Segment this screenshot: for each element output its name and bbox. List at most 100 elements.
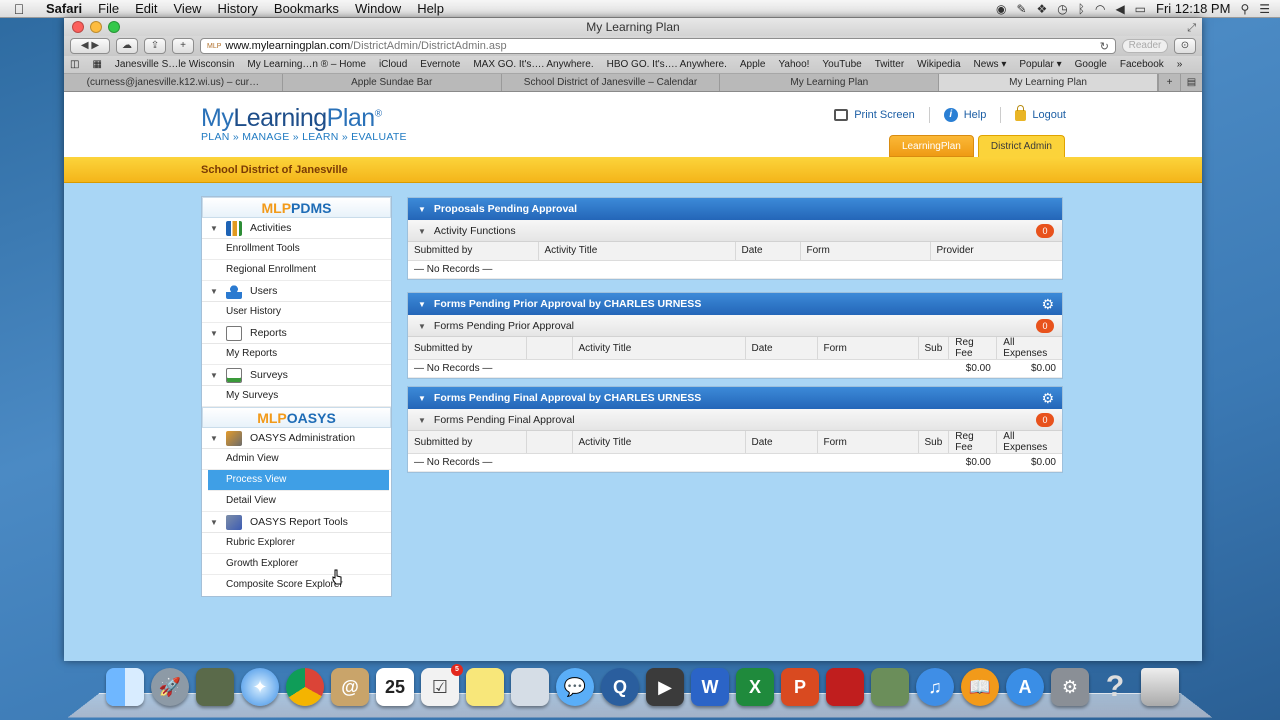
column-header[interactable]: Activity Title — [572, 337, 746, 360]
column-header[interactable]: Provider — [930, 242, 1062, 261]
sidebar-section-oasys-report-tools[interactable]: ▼ OASYS Report Tools — [202, 512, 391, 533]
gear-icon[interactable]: ⚙ — [1041, 390, 1054, 406]
collapse-triangle-icon[interactable]: ▼ — [418, 205, 426, 214]
trash-icon[interactable] — [1141, 668, 1179, 706]
ibooks-icon[interactable]: 📖 — [961, 668, 999, 706]
bookmark-8[interactable]: Yahoo! — [778, 59, 809, 70]
column-header[interactable]: Activity Title — [572, 431, 746, 454]
bookmark-9[interactable]: YouTube — [822, 59, 861, 70]
collapse-triangle-icon[interactable]: ▼ — [418, 300, 426, 309]
print-screen-link[interactable]: Print Screen — [834, 109, 915, 121]
collapse-triangle-icon[interactable]: ▼ — [418, 416, 426, 425]
minimize-window-button[interactable] — [90, 21, 102, 33]
tab-4[interactable]: My Learning Plan — [720, 74, 940, 91]
notification-center-icon[interactable]: ☰ — [1259, 2, 1270, 16]
panel-subheader[interactable]: ▼ Activity Functions 0 — [408, 220, 1062, 242]
safari-icon[interactable]: ✦ — [241, 668, 279, 706]
bookmark-12[interactable]: News ▾ — [974, 59, 1007, 70]
sidebar-section-users[interactable]: ▼ Users — [202, 281, 391, 302]
collapse-triangle-icon[interactable]: ▼ — [418, 227, 426, 236]
facetime-icon[interactable]: ▶ — [646, 668, 684, 706]
sidebar-item-user-history[interactable]: User History — [202, 302, 391, 323]
column-header[interactable]: Date — [745, 337, 818, 360]
back-forward-button[interactable]: ◀ ▶ — [70, 38, 110, 54]
top-sites-icon[interactable]: ▦ — [92, 59, 101, 70]
tab-5[interactable]: My Learning Plan — [939, 74, 1158, 91]
volume-icon[interactable]: ◀ — [1115, 2, 1124, 16]
spotlight-icon[interactable]: ⚲ — [1240, 2, 1249, 16]
reading-list-icon[interactable]: ◫ — [70, 59, 79, 70]
reminders-icon[interactable]: ☑ 5 — [421, 664, 463, 706]
new-tab-button[interactable]: + — [172, 38, 194, 54]
sidebar-section-surveys[interactable]: ▼ Surveys — [202, 365, 391, 386]
system-preferences-icon[interactable]: ⚙ — [1051, 668, 1089, 706]
logout-link[interactable]: Logout — [1015, 104, 1066, 121]
wifi-icon[interactable]: ◠ — [1095, 2, 1105, 16]
sidebar-section-oasys-administration[interactable]: ▼ OASYS Administration — [202, 428, 391, 449]
close-window-button[interactable] — [72, 21, 84, 33]
sidebar-item-regional-enrollment[interactable]: Regional Enrollment — [202, 260, 391, 281]
app-store-icon[interactable]: A — [1006, 668, 1044, 706]
column-header[interactable]: Submitted by — [408, 337, 527, 360]
bookmark-15[interactable]: Facebook — [1120, 59, 1164, 70]
bookmark-1[interactable]: Janesville S…le Wisconsin — [115, 59, 235, 70]
bookmark-13[interactable]: Popular ▾ — [1019, 59, 1061, 70]
column-header[interactable] — [526, 431, 573, 454]
tab-2[interactable]: Apple Sundae Bar — [283, 74, 502, 91]
reload-icon[interactable]: ↻ — [1100, 40, 1109, 53]
photo-booth-icon[interactable] — [826, 668, 864, 706]
collapse-triangle-icon[interactable]: ▼ — [418, 322, 426, 331]
bookmark-11[interactable]: Wikipedia — [917, 59, 960, 70]
bookmark-6[interactable]: HBO GO. It's…. Anywhere. — [607, 59, 727, 70]
iphoto-icon[interactable] — [871, 668, 909, 706]
mlp-logo[interactable]: MyLearningPlan® PLAN » MANAGE » LEARN » … — [201, 104, 407, 143]
dropbox-icon[interactable]: ❖ — [1037, 2, 1048, 16]
downloads-button[interactable]: ⊙ — [1174, 38, 1196, 54]
bookmark-5[interactable]: MAX GO. It's…. Anywhere. — [473, 59, 593, 70]
collapse-triangle-icon[interactable]: ▼ — [418, 394, 426, 403]
bookmark-4[interactable]: Evernote — [420, 59, 460, 70]
bookmark-7[interactable]: Apple — [740, 59, 766, 70]
column-header[interactable] — [526, 337, 573, 360]
finder-icon[interactable] — [106, 668, 144, 706]
messages-icon[interactable]: 💬 — [556, 668, 594, 706]
sidebar-item-process-view[interactable]: Process View — [208, 470, 389, 491]
sidebar-item-my-surveys[interactable]: My Surveys — [202, 386, 391, 407]
icloud-tabs-button[interactable]: ☁ — [116, 38, 138, 54]
apple-icon[interactable]:  — [0, 1, 38, 17]
panel-header[interactable]: ▼ Forms Pending Prior Approval by CHARLES… — [408, 293, 1062, 315]
bookmark-10[interactable]: Twitter — [875, 59, 904, 70]
column-header[interactable]: Submitted by — [408, 431, 527, 454]
excel-icon[interactable]: X — [736, 668, 774, 706]
panel-header[interactable]: ▼ Forms Pending Final Approval by CHARLES… — [408, 387, 1062, 409]
panel-subheader[interactable]: ▼ Forms Pending Prior Approval 0 — [408, 315, 1062, 337]
bookmark-14[interactable]: Google — [1075, 59, 1107, 70]
sidebar-item-rubric-explorer[interactable]: Rubric Explorer — [202, 533, 391, 554]
bookmark-3[interactable]: iCloud — [379, 59, 407, 70]
sidebar-section-reports[interactable]: ▼ Reports — [202, 323, 391, 344]
menu-edit[interactable]: Edit — [127, 1, 165, 16]
panel-subheader[interactable]: ▼ Forms Pending Final Approval 0 — [408, 409, 1062, 431]
reader-button[interactable]: Reader — [1122, 39, 1168, 53]
menu-window[interactable]: Window — [347, 1, 409, 16]
itunes-icon[interactable]: ♫ — [916, 668, 954, 706]
contacts-icon[interactable]: @ — [331, 668, 369, 706]
record-icon[interactable]: ◉ — [996, 2, 1006, 16]
powerpoint-icon[interactable]: P — [781, 668, 819, 706]
collapse-triangle-icon[interactable]: ▼ — [210, 371, 224, 380]
help-link[interactable]: i Help — [943, 108, 986, 122]
calendar-icon[interactable]: 25 — [376, 668, 414, 706]
column-header[interactable]: Activity Title — [538, 242, 736, 261]
share-button[interactable]: ⇪ — [144, 38, 166, 54]
menu-safari[interactable]: Safari — [38, 1, 90, 16]
image-capture-icon[interactable] — [196, 668, 234, 706]
sidebar-section-activities[interactable]: ▼ Activities — [202, 218, 391, 239]
menu-history[interactable]: History — [209, 1, 265, 16]
column-header[interactable]: All Expenses — [996, 337, 1062, 360]
tab-1[interactable]: (curness@janesville.k12.wi.us) – cur… — [64, 74, 283, 91]
sidebar-item-detail-view[interactable]: Detail View — [202, 491, 391, 512]
help-question-icon[interactable]: ? — [1096, 668, 1134, 706]
column-header[interactable]: Submitted by — [408, 242, 539, 261]
fullscreen-icon[interactable]: ⤢ — [1187, 19, 1196, 37]
column-header[interactable]: All Expenses — [996, 431, 1062, 454]
